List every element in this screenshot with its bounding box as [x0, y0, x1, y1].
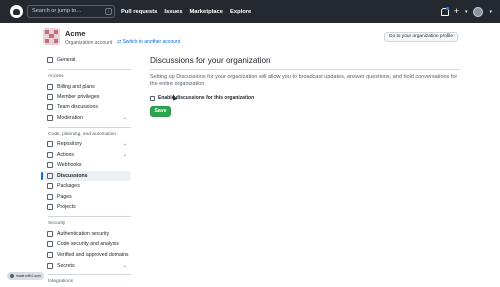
chevron-down-icon: ⌄	[122, 141, 127, 147]
sidebar-item-label: Webhooks	[57, 162, 82, 168]
shield-lock-icon	[47, 231, 53, 237]
chevron-down-icon[interactable]: ▾	[489, 9, 492, 15]
sidebar-divider	[48, 127, 131, 128]
table-icon	[47, 204, 53, 210]
nav-explore[interactable]: Explore	[230, 9, 251, 15]
sidebar-item-label: Packages	[57, 183, 80, 189]
sidebar-divider	[48, 69, 131, 70]
sidebar-item-member-privileges[interactable]: Member privileges	[43, 92, 131, 102]
sidebar-item-webhooks[interactable]: Webhooks	[43, 160, 131, 170]
org-profile-button[interactable]: Go to your organization profile	[383, 32, 458, 42]
sidebar-item-repository[interactable]: Repository ⌄	[43, 139, 131, 149]
page-title: Discussions for your organization	[150, 56, 271, 65]
sidebar-divider	[48, 216, 131, 217]
sidebar-item-label: Actions	[57, 152, 75, 158]
sidebar-item-code-security[interactable]: Code security and analysis	[43, 239, 131, 249]
key-asterisk-icon	[47, 263, 53, 269]
global-nav: Pull requests Issues Marketplace Explore	[121, 0, 251, 23]
chevron-down-icon: ⌄	[122, 115, 127, 121]
sidebar-item-label: Repository	[57, 141, 82, 147]
verified-icon	[47, 252, 53, 258]
switch-account-label: Switch to another account	[122, 39, 181, 45]
sidebar-item-label: Authentication security	[57, 231, 110, 237]
bell-icon[interactable]	[440, 7, 449, 16]
header-actions: + ▾ ▾	[440, 5, 492, 18]
avatar-pixel	[49, 34, 54, 38]
sidebar-item-actions[interactable]: Actions ⌄	[43, 150, 131, 160]
top-header: Search or jump to… / Pull requests Issue…	[0, 0, 500, 23]
credit-card-icon	[47, 84, 53, 90]
chevron-down-icon[interactable]: ▾	[465, 9, 468, 15]
org-header: Acme Organization account ⇄ Switch to an…	[0, 23, 500, 50]
save-button[interactable]: Save	[150, 106, 171, 117]
nav-pull-requests[interactable]: Pull requests	[121, 9, 157, 15]
nav-marketplace[interactable]: Marketplace	[189, 9, 223, 15]
github-logo-icon[interactable]	[10, 5, 23, 18]
sidebar-heading-integrations: Integrations	[48, 279, 74, 284]
repo-icon	[47, 141, 53, 147]
chevron-down-icon: ⌄	[122, 263, 127, 269]
sidebar-item-billing[interactable]: Billing and plans	[43, 82, 131, 92]
sidebar-heading-code-planning: Code, planning, and automation	[48, 132, 117, 137]
sidebar-item-label: Code security and analysis	[57, 241, 119, 247]
nav-issues[interactable]: Issues	[164, 9, 182, 15]
slash-key-icon: /	[105, 8, 112, 15]
browser-icon	[47, 194, 53, 200]
sidebar-item-team-discussions[interactable]: Team discussions	[43, 102, 131, 112]
sidebar-item-label: Pages	[57, 194, 72, 200]
person-icon	[47, 94, 53, 100]
sidebar-item-verified-domains[interactable]: Verified and approved domains	[43, 250, 131, 260]
search-input[interactable]: Search or jump to… /	[27, 5, 115, 18]
play-icon	[47, 152, 53, 158]
enable-discussions-checkbox[interactable]	[150, 95, 155, 101]
sidebar-heading-access: Access	[48, 74, 64, 79]
plus-icon[interactable]: +	[454, 7, 459, 16]
avatar-pixel	[54, 30, 58, 34]
sidebar-heading-security: Security	[48, 221, 66, 226]
sidebar-item-projects[interactable]: Projects	[43, 202, 131, 212]
avatar[interactable]	[473, 6, 484, 17]
loom-badge[interactable]: made with Loom	[7, 272, 44, 280]
avatar-pixel	[54, 39, 58, 43]
package-icon	[47, 183, 53, 189]
sidebar-item-packages[interactable]: Packages	[43, 181, 131, 191]
sidebar-item-pages[interactable]: Pages	[43, 192, 131, 202]
sidebar-item-label: Member privileges	[57, 94, 100, 100]
sidebar-item-label: Secrets	[57, 263, 75, 269]
sidebar-item-secrets[interactable]: Secrets ⌄	[43, 261, 131, 271]
sidebar-item-label: Team discussions	[57, 104, 98, 110]
enable-discussions-row: Enable discussions for this organization	[150, 95, 254, 101]
sidebar-item-general[interactable]: General	[43, 55, 131, 65]
sidebar-item-discussions[interactable]: Discussions	[41, 171, 131, 181]
sidebar-item-moderation[interactable]: Moderation ⌄	[43, 113, 131, 123]
discussion-icon	[47, 173, 53, 179]
search-placeholder: Search or jump to…	[32, 8, 82, 14]
sidebar-item-label: Discussions	[57, 173, 88, 179]
chevron-down-icon: ⌄	[122, 152, 127, 158]
sidebar-divider	[48, 274, 131, 275]
codescan-icon	[47, 241, 53, 247]
title-divider	[150, 69, 460, 70]
loom-badge-label: made with Loom	[16, 274, 41, 278]
org-avatar	[43, 28, 60, 45]
sidebar-item-label: Projects	[57, 204, 76, 210]
org-name: Acme	[65, 29, 86, 38]
gear-icon	[47, 57, 53, 63]
sidebar-item-label: Billing and plans	[57, 84, 95, 90]
sidebar-item-label: General	[57, 57, 76, 63]
page-description: Setting up Discussions for your organiza…	[150, 74, 458, 88]
sidebar-item-label: Moderation	[57, 115, 83, 121]
webhook-icon	[47, 162, 53, 168]
report-icon	[47, 115, 53, 121]
switch-account-link[interactable]: ⇄ Switch to another account	[117, 39, 180, 45]
avatar-pixel	[45, 39, 49, 43]
sidebar-item-authentication-security[interactable]: Authentication security	[43, 229, 131, 239]
comment-icon	[47, 104, 53, 110]
loom-icon	[10, 274, 14, 278]
sidebar-item-label: Verified and approved domains	[57, 252, 129, 258]
org-subtitle: Organization account	[65, 40, 113, 46]
notification-dot	[445, 7, 449, 10]
